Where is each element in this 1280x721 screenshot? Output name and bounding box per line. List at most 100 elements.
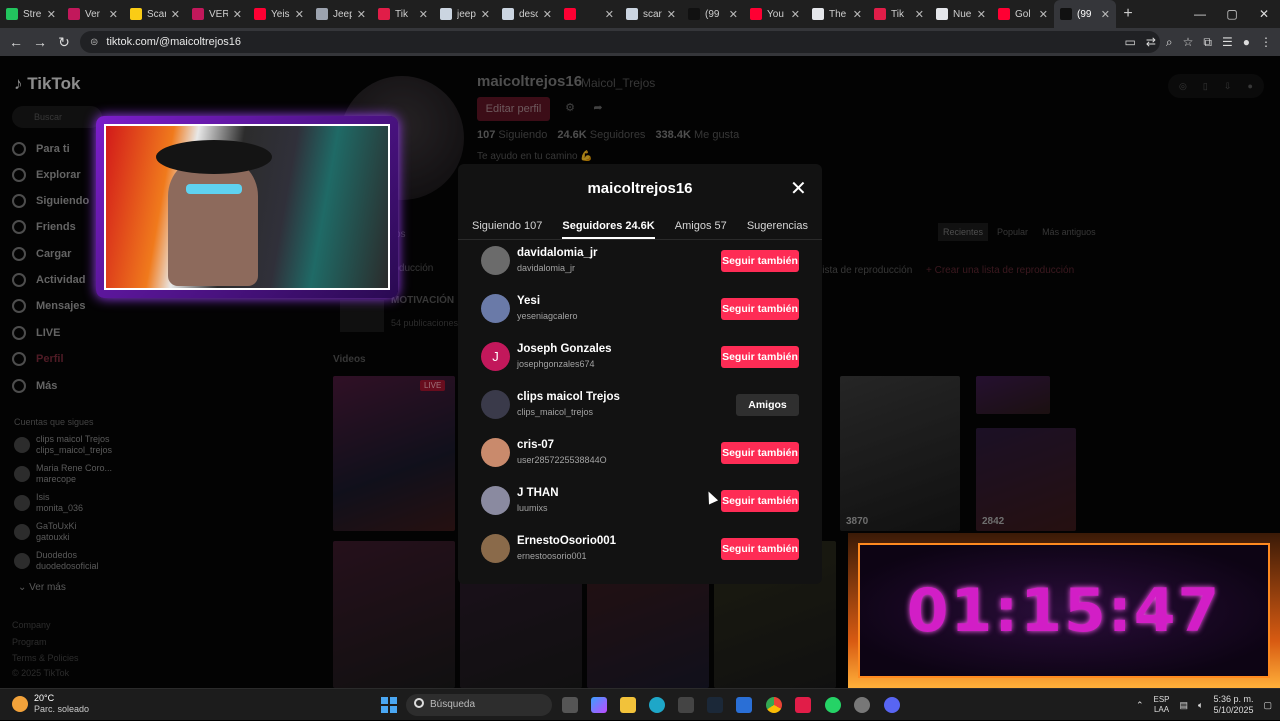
browser-tab[interactable]: Stre ✕ [0,0,62,28]
url-field[interactable]: ⊜ tiktok.com/@maicoltrejos16 [80,31,1160,53]
clock[interactable]: 5:36 p. m. 5/10/2025 [1213,694,1253,716]
tab-search-icon[interactable]: ☰ [1222,35,1233,49]
follower-row[interactable]: Yesi yeseniagcalero Seguir también [458,294,822,342]
discord-icon[interactable] [884,697,900,713]
settings-app-icon[interactable] [854,697,870,713]
modal-tab[interactable]: Amigos 57 [675,216,727,239]
profile-avatar-icon[interactable]: ● [1243,35,1250,49]
follower-name[interactable]: clips maicol Trejos [517,391,620,403]
avatar[interactable] [481,294,510,323]
close-icon[interactable]: ✕ [790,179,807,199]
follower-name[interactable]: ErnestoOsorio001 [517,535,616,547]
tiktok-app-icon[interactable] [795,697,811,713]
follow-back-button[interactable]: Seguir también [721,538,799,560]
weather-widget[interactable]: 20°C Parc. soleado [12,693,89,715]
file-explorer-icon[interactable] [620,697,636,713]
tab-close-icon[interactable]: ✕ [47,8,56,21]
follow-back-button[interactable]: Seguir también [721,346,799,368]
avatar[interactable] [481,246,510,275]
modal-tab[interactable]: Siguiendo 107 [472,216,542,239]
extensions-icon[interactable]: ⧉ [1203,35,1212,50]
browser-tab[interactable]: The ✕ [806,0,868,28]
tab-close-icon[interactable]: ✕ [853,8,862,21]
copilot-icon[interactable] [591,697,607,713]
cast-icon[interactable]: ▭ [1125,35,1136,49]
modal-tab[interactable]: Sugerencias [747,216,808,239]
browser-tab[interactable]: scar ✕ [620,0,682,28]
follower-name[interactable]: davidalomia_jr [517,247,598,259]
whatsapp-icon[interactable] [825,697,841,713]
follower-row[interactable]: J THAN luumixs Seguir también [458,486,822,534]
tab-close-icon[interactable]: ✕ [977,8,986,21]
follower-name[interactable]: Joseph Gonzales [517,343,612,355]
tray-chevron-icon[interactable]: ⌃ [1136,700,1144,711]
tab-close-icon[interactable]: ✕ [233,8,242,21]
network-icon[interactable]: ▤ [1180,700,1189,711]
chrome-icon[interactable] [766,697,782,713]
avatar[interactable] [481,438,510,467]
browser-tab[interactable]: jeep ✕ [434,0,496,28]
avatar[interactable] [481,390,510,419]
browser-tab[interactable]: Gol ✕ [992,0,1054,28]
tab-close-icon[interactable]: ✕ [605,8,614,21]
browser-tab[interactable]: ✕ [558,0,620,28]
follow-back-button[interactable]: Seguir también [721,298,799,320]
steam-icon[interactable] [707,697,723,713]
follow-back-button[interactable]: Seguir también [721,490,799,512]
volume-icon[interactable]: 🔈︎ [1198,700,1203,711]
back-icon[interactable]: ← [4,34,28,50]
follower-row[interactable]: ErnestoOsorio001 ernestoosorio001 Seguir t… [458,534,822,582]
browser-tab[interactable]: You ✕ [744,0,806,28]
follower-row[interactable]: J Joseph Gonzales josephgonzales674 Seguir … [458,342,822,390]
browser-tab[interactable]: Tik ✕ [372,0,434,28]
modal-tab[interactable]: Seguidores 24.6K [562,216,655,239]
minimize-icon[interactable]: — [1184,0,1216,28]
follower-row[interactable]: clips maicol Trejos clips_maicol_trejos Am… [458,390,822,438]
tab-close-icon[interactable]: ✕ [667,8,676,21]
browser-menu-icon[interactable]: ⋮ [1260,35,1272,49]
forward-icon[interactable]: → [28,34,52,50]
followers-list[interactable]: davidalomia_jr davidalomia_jr Seguir tambi… [458,240,822,584]
zoom-icon[interactable]: ⌕ [1166,35,1173,50]
tab-close-icon[interactable]: ✕ [729,8,738,21]
browser-tab[interactable]: Yeis ✕ [248,0,310,28]
windows-start-icon[interactable] [381,697,397,713]
language-indicator[interactable]: ESP LAA [1154,695,1170,715]
tab-close-icon[interactable]: ✕ [915,8,924,21]
browser-tab[interactable]: Scar ✕ [124,0,186,28]
follower-row[interactable]: davidalomia_jr davidalomia_jr Seguir tambi… [458,246,822,294]
store-icon[interactable] [678,697,694,713]
site-info-icon[interactable]: ⊜ [90,37,98,48]
task-view-icon[interactable] [562,697,578,713]
browser-tab[interactable]: Nue ✕ [930,0,992,28]
tab-close-icon[interactable]: ✕ [295,8,304,21]
follow-back-button[interactable]: Seguir también [721,442,799,464]
follow-back-button[interactable]: Seguir también [721,250,799,272]
browser-tab[interactable]: Tik ✕ [868,0,930,28]
avatar[interactable]: J [481,342,510,371]
browser-tab[interactable]: Ver ✕ [62,0,124,28]
new-tab-icon[interactable]: + [1116,5,1140,23]
browser-tab[interactable]: (99 ✕ [682,0,744,28]
notifications-icon[interactable]: ▢ [1263,700,1272,711]
maximize-icon[interactable]: ▢ [1216,0,1248,28]
browser-tab[interactable]: VER ✕ [186,0,248,28]
friends-button[interactable]: Amigos [736,394,799,416]
tab-close-icon[interactable]: ✕ [791,8,800,21]
edge-icon[interactable] [649,697,665,713]
browser-tab[interactable]: desc ✕ [496,0,558,28]
browser-tab[interactable]: Jeep ✕ [310,0,372,28]
taskbar-search-input[interactable]: Búsqueda [406,694,552,716]
reload-icon[interactable]: ↻ [52,34,76,51]
translate-icon[interactable]: ⇄ [1146,35,1156,49]
follower-row[interactable]: cris-07 user2857225538844O Seguir también [458,438,822,486]
mail-icon[interactable] [736,697,752,713]
avatar[interactable] [481,534,510,563]
tab-close-icon[interactable]: ✕ [171,8,180,21]
tab-close-icon[interactable]: ✕ [419,8,428,21]
browser-tab[interactable]: (99 ✕ [1054,0,1116,28]
tab-close-icon[interactable]: ✕ [109,8,118,21]
tab-close-icon[interactable]: ✕ [481,8,490,21]
follower-name[interactable]: Yesi [517,295,540,307]
tab-close-icon[interactable]: ✕ [543,8,552,21]
